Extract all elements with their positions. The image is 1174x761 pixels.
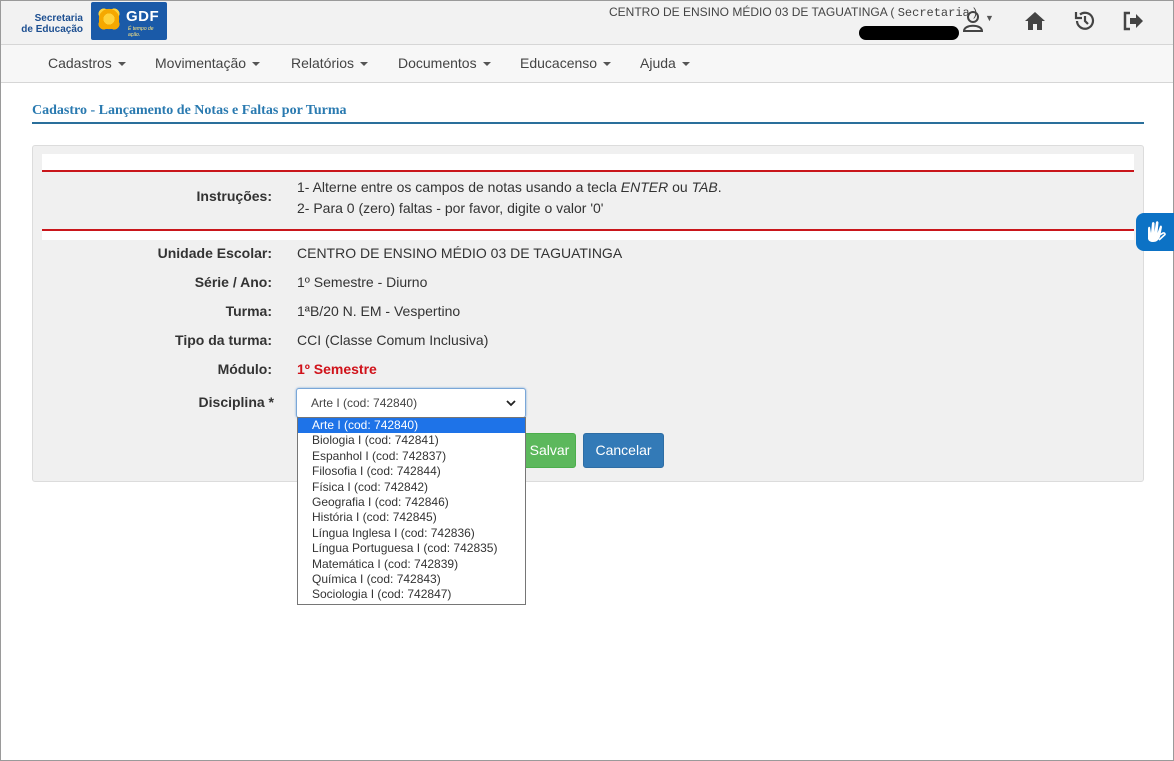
gdf-logo-text: GDF [126,8,160,25]
gdf-logo[interactable]: GDF É tempo de ação. [91,2,167,40]
school-header-title: CENTRO DE ENSINO MÉDIO 03 DE TAGUATINGA … [609,5,977,20]
nav-label: Educacenso [520,55,598,71]
tipo-turma-label: Tipo da turma: [175,332,272,348]
nav-label: Ajuda [640,55,676,71]
instruction-1-or: ou [668,179,692,195]
chevron-down-icon [117,62,126,66]
secretaria-logo-line1: Secretaria [34,13,83,24]
dropdown-option[interactable]: Espanhol I (cod: 742837) [298,449,525,464]
instruction-1-end: . [717,179,722,195]
unidade-value: CENTRO DE ENSINO MÉDIO 03 DE TAGUATINGA [297,245,623,261]
nav-ajuda[interactable]: Ajuda [640,45,690,82]
turma-value: 1ªB/20 N. EM - Vespertino [297,303,461,319]
chevron-down-icon [360,62,369,66]
enter-key-text: ENTER [620,179,669,195]
nav-cadastros[interactable]: Cadastros [48,45,126,82]
home-icon[interactable] [1023,9,1047,33]
dropdown-option[interactable]: Língua Portuguesa I (cod: 742835) [298,541,525,556]
disciplina-select[interactable]: Arte I (cod: 742840) [296,388,526,418]
ipe-flower-icon [96,6,122,32]
turma-label: Turma: [225,303,272,319]
chevron-down-icon [603,62,612,66]
modulo-value: 1º Semestre [297,361,377,377]
sign-language-icon [1148,221,1166,242]
dropdown-option[interactable]: Matemática I (cod: 742839) [298,557,525,572]
dropdown-option[interactable]: Física I (cod: 742842) [298,480,525,495]
nav-label: Movimentação [155,55,247,71]
chevron-down-icon [482,62,491,66]
instruction-1-text: 1- Alterne entre os campos de notas usan… [297,179,621,195]
main-nav: Cadastros Movimentação Relatórios Docume… [1,44,1173,83]
dropdown-option[interactable]: Arte I (cod: 742840) [298,418,525,434]
disciplina-label: Disciplina * [198,394,274,410]
nav-label: Documentos [398,55,477,71]
history-icon[interactable] [1073,9,1097,33]
serie-label: Série / Ano: [194,274,272,290]
serie-value: 1º Semestre - Diurno [297,274,428,290]
instruction-2: 2- Para 0 (zero) faltas - por favor, dig… [297,200,604,216]
gdf-logo-tagline: É tempo de ação. [128,26,154,38]
disciplina-selected-value: Arte I (cod: 742840) [311,396,418,410]
chevron-down-icon [681,62,690,66]
tab-key-text: TAB [691,179,718,195]
cancel-button[interactable]: Cancelar [583,433,664,468]
page-title: Cadastro - Lançamento de Notas e Faltas … [32,103,347,118]
nav-label: Relatórios [291,55,355,71]
instructions-label: Instruções: [196,188,272,204]
accessibility-widget[interactable] [1136,213,1174,251]
dropdown-option[interactable]: Sociologia I (cod: 742847) [298,587,525,602]
tipo-turma-value: CCI (Classe Comum Inclusiva) [297,332,489,348]
dropdown-option[interactable]: Geografia I (cod: 742846) [298,495,525,510]
dropdown-option[interactable]: Biologia I (cod: 742841) [298,433,525,448]
exit-icon[interactable] [1121,9,1145,33]
secretaria-logo[interactable]: Secretaria de Educação [15,13,83,35]
dropdown-option[interactable]: Química I (cod: 742843) [298,572,525,587]
chevron-down-icon [506,400,516,407]
chevron-down-icon[interactable]: ▼ [985,13,994,23]
nav-movimentacao[interactable]: Movimentação [155,45,261,82]
dropdown-option[interactable]: Língua Inglesa I (cod: 742836) [298,526,525,541]
instructions-bottom-rule [42,229,1134,231]
nav-educacenso[interactable]: Educacenso [520,45,612,82]
title-divider [32,122,1144,124]
redacted-username [859,26,959,40]
school-name: CENTRO DE ENSINO MÉDIO 03 DE TAGUATINGA [609,5,888,19]
modulo-label: Módulo: [217,361,272,377]
dropdown-option[interactable]: História I (cod: 742845) [298,510,525,525]
disciplina-dropdown-list: Arte I (cod: 742840) Biologia I (cod: 74… [297,417,526,605]
instruction-1: 1- Alterne entre os campos de notas usan… [297,179,722,195]
role-open: ( [887,5,898,19]
chevron-down-icon [252,62,261,66]
nav-label: Cadastros [48,55,112,71]
secretaria-logo-line2: de Educação [21,24,83,35]
nav-relatorios[interactable]: Relatórios [291,45,369,82]
unidade-label: Unidade Escolar: [157,245,272,261]
top-header: Secretaria de Educação GDF É tempo de aç… [1,1,1173,44]
user-icon[interactable] [961,9,985,33]
nav-documentos[interactable]: Documentos [398,45,491,82]
user-role: Secretaria [897,6,970,20]
dropdown-option[interactable]: Filosofia I (cod: 742844) [298,464,525,479]
